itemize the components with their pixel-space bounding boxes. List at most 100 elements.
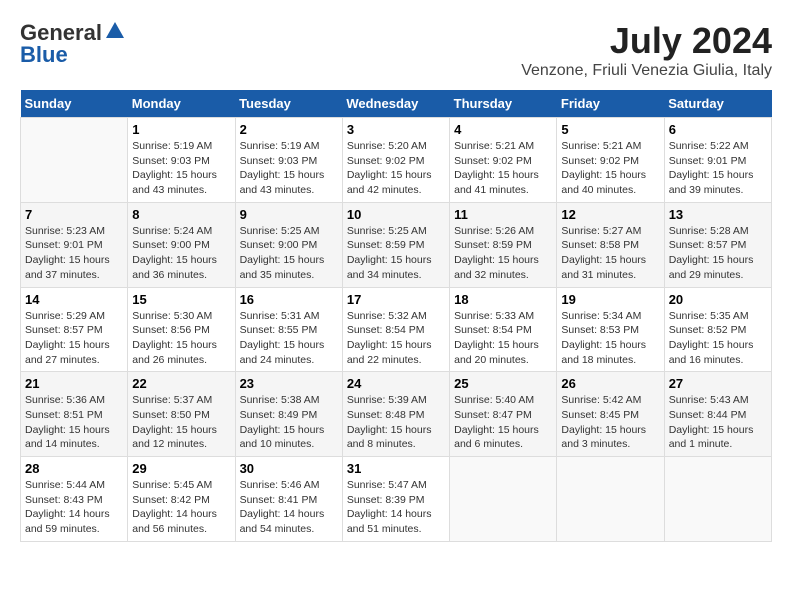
location-title: Venzone, Friuli Venezia Giulia, Italy xyxy=(521,62,772,80)
day-detail: Sunrise: 5:33 AMSunset: 8:54 PMDaylight:… xyxy=(454,309,552,368)
title-area: July 2024 Venzone, Friuli Venezia Giulia… xyxy=(521,20,772,80)
day-number: 5 xyxy=(561,122,659,137)
logo: General Blue xyxy=(20,20,126,68)
day-detail: Sunrise: 5:42 AMSunset: 8:45 PMDaylight:… xyxy=(561,393,659,452)
day-detail: Sunrise: 5:32 AMSunset: 8:54 PMDaylight:… xyxy=(347,309,445,368)
day-number: 25 xyxy=(454,376,552,391)
day-detail: Sunrise: 5:25 AMSunset: 9:00 PMDaylight:… xyxy=(240,224,338,283)
day-number: 31 xyxy=(347,461,445,476)
calendar-cell: 16Sunrise: 5:31 AMSunset: 8:55 PMDayligh… xyxy=(235,287,342,372)
day-number: 27 xyxy=(669,376,767,391)
calendar-table: SundayMondayTuesdayWednesdayThursdayFrid… xyxy=(20,90,772,542)
calendar-cell: 21 Sunrise: 5:36 AMSunset: 8:51 PMDayligh… xyxy=(21,372,128,457)
calendar-week-row: 21 Sunrise: 5:36 AMSunset: 8:51 PMDayligh… xyxy=(21,372,772,457)
day-detail: Sunrise: 5:40 AMSunset: 8:47 PMDaylight:… xyxy=(454,393,552,452)
day-number: 7 xyxy=(25,207,123,222)
calendar-cell: 17 Sunrise: 5:32 AMSunset: 8:54 PMDayligh… xyxy=(342,287,449,372)
day-number: 19 xyxy=(561,292,659,307)
day-detail: Sunrise: 5:22 AMSunset: 9:01 PMDaylight:… xyxy=(669,139,767,198)
calendar-cell: 27 Sunrise: 5:43 AMSunset: 8:44 PMDayligh… xyxy=(664,372,771,457)
weekday-header-sunday: Sunday xyxy=(21,90,128,118)
calendar-cell: 15Sunrise: 5:30 AMSunset: 8:56 PMDayligh… xyxy=(128,287,235,372)
calendar-cell: 5 Sunrise: 5:21 AMSunset: 9:02 PMDaylight… xyxy=(557,118,664,203)
day-number: 9 xyxy=(240,207,338,222)
day-detail: Sunrise: 5:35 AMSunset: 8:52 PMDaylight:… xyxy=(669,309,767,368)
day-detail: Sunrise: 5:28 AMSunset: 8:57 PMDaylight:… xyxy=(669,224,767,283)
calendar-cell xyxy=(21,118,128,203)
day-detail: Sunrise: 5:19 AMSunset: 9:03 PMDaylight:… xyxy=(132,139,230,198)
day-number: 16 xyxy=(240,292,338,307)
day-number: 23 xyxy=(240,376,338,391)
day-detail: Sunrise: 5:47 AMSunset: 8:39 PMDaylight:… xyxy=(347,478,445,537)
day-number: 4 xyxy=(454,122,552,137)
day-detail: Sunrise: 5:21 AMSunset: 9:02 PMDaylight:… xyxy=(454,139,552,198)
calendar-cell: 4 Sunrise: 5:21 AMSunset: 9:02 PMDaylight… xyxy=(450,118,557,203)
calendar-cell: 11Sunrise: 5:26 AMSunset: 8:59 PMDayligh… xyxy=(450,202,557,287)
weekday-header-wednesday: Wednesday xyxy=(342,90,449,118)
calendar-cell: 28Sunrise: 5:44 AMSunset: 8:43 PMDayligh… xyxy=(21,457,128,542)
day-number: 12 xyxy=(561,207,659,222)
page-header: General Blue July 2024 Venzone, Friuli V… xyxy=(20,20,772,80)
day-detail: Sunrise: 5:38 AMSunset: 8:49 PMDaylight:… xyxy=(240,393,338,452)
calendar-cell: 13 Sunrise: 5:28 AMSunset: 8:57 PMDayligh… xyxy=(664,202,771,287)
day-number: 13 xyxy=(669,207,767,222)
day-detail: Sunrise: 5:45 AMSunset: 8:42 PMDaylight:… xyxy=(132,478,230,537)
calendar-cell: 10 Sunrise: 5:25 AMSunset: 8:59 PMDayligh… xyxy=(342,202,449,287)
day-number: 10 xyxy=(347,207,445,222)
day-detail: Sunrise: 5:26 AMSunset: 8:59 PMDaylight:… xyxy=(454,224,552,283)
day-detail: Sunrise: 5:21 AMSunset: 9:02 PMDaylight:… xyxy=(561,139,659,198)
day-detail: Sunrise: 5:36 AMSunset: 8:51 PMDaylight:… xyxy=(25,393,123,452)
day-detail: Sunrise: 5:37 AMSunset: 8:50 PMDaylight:… xyxy=(132,393,230,452)
calendar-cell: 18 Sunrise: 5:33 AMSunset: 8:54 PMDayligh… xyxy=(450,287,557,372)
day-detail: Sunrise: 5:25 AMSunset: 8:59 PMDaylight:… xyxy=(347,224,445,283)
weekday-header-tuesday: Tuesday xyxy=(235,90,342,118)
calendar-cell xyxy=(450,457,557,542)
day-number: 21 xyxy=(25,376,123,391)
day-detail: Sunrise: 5:23 AMSunset: 9:01 PMDaylight:… xyxy=(25,224,123,283)
day-number: 17 xyxy=(347,292,445,307)
calendar-week-row: 14Sunrise: 5:29 AMSunset: 8:57 PMDayligh… xyxy=(21,287,772,372)
day-detail: Sunrise: 5:20 AMSunset: 9:02 PMDaylight:… xyxy=(347,139,445,198)
calendar-cell: 6Sunrise: 5:22 AMSunset: 9:01 PMDaylight… xyxy=(664,118,771,203)
month-title: July 2024 xyxy=(521,20,772,62)
weekday-header-monday: Monday xyxy=(128,90,235,118)
day-number: 15 xyxy=(132,292,230,307)
day-number: 24 xyxy=(347,376,445,391)
day-number: 22 xyxy=(132,376,230,391)
calendar-cell: 24Sunrise: 5:39 AMSunset: 8:48 PMDayligh… xyxy=(342,372,449,457)
day-number: 18 xyxy=(454,292,552,307)
day-number: 8 xyxy=(132,207,230,222)
logo-blue-text: Blue xyxy=(20,42,68,68)
day-number: 1 xyxy=(132,122,230,137)
calendar-cell: 22 Sunrise: 5:37 AMSunset: 8:50 PMDayligh… xyxy=(128,372,235,457)
calendar-cell: 1 Sunrise: 5:19 AMSunset: 9:03 PMDaylight… xyxy=(128,118,235,203)
calendar-cell: 19 Sunrise: 5:34 AMSunset: 8:53 PMDayligh… xyxy=(557,287,664,372)
calendar-cell: 9 Sunrise: 5:25 AMSunset: 9:00 PMDaylight… xyxy=(235,202,342,287)
day-detail: Sunrise: 5:27 AMSunset: 8:58 PMDaylight:… xyxy=(561,224,659,283)
day-detail: Sunrise: 5:34 AMSunset: 8:53 PMDaylight:… xyxy=(561,309,659,368)
day-detail: Sunrise: 5:19 AMSunset: 9:03 PMDaylight:… xyxy=(240,139,338,198)
calendar-cell: 30Sunrise: 5:46 AMSunset: 8:41 PMDayligh… xyxy=(235,457,342,542)
day-number: 29 xyxy=(132,461,230,476)
calendar-cell: 31 Sunrise: 5:47 AMSunset: 8:39 PMDayligh… xyxy=(342,457,449,542)
calendar-week-row: 28Sunrise: 5:44 AMSunset: 8:43 PMDayligh… xyxy=(21,457,772,542)
calendar-cell xyxy=(557,457,664,542)
day-detail: Sunrise: 5:24 AMSunset: 9:00 PMDaylight:… xyxy=(132,224,230,283)
day-detail: Sunrise: 5:29 AMSunset: 8:57 PMDaylight:… xyxy=(25,309,123,368)
calendar-cell: 23 Sunrise: 5:38 AMSunset: 8:49 PMDayligh… xyxy=(235,372,342,457)
calendar-cell: 20Sunrise: 5:35 AMSunset: 8:52 PMDayligh… xyxy=(664,287,771,372)
calendar-cell: 7 Sunrise: 5:23 AMSunset: 9:01 PMDaylight… xyxy=(21,202,128,287)
weekday-header-saturday: Saturday xyxy=(664,90,771,118)
day-detail: Sunrise: 5:43 AMSunset: 8:44 PMDaylight:… xyxy=(669,393,767,452)
calendar-cell: 3 Sunrise: 5:20 AMSunset: 9:02 PMDaylight… xyxy=(342,118,449,203)
calendar-cell: 29 Sunrise: 5:45 AMSunset: 8:42 PMDayligh… xyxy=(128,457,235,542)
calendar-week-row: 1 Sunrise: 5:19 AMSunset: 9:03 PMDaylight… xyxy=(21,118,772,203)
calendar-cell: 8 Sunrise: 5:24 AMSunset: 9:00 PMDaylight… xyxy=(128,202,235,287)
day-number: 3 xyxy=(347,122,445,137)
calendar-week-row: 7 Sunrise: 5:23 AMSunset: 9:01 PMDaylight… xyxy=(21,202,772,287)
calendar-cell: 26Sunrise: 5:42 AMSunset: 8:45 PMDayligh… xyxy=(557,372,664,457)
calendar-cell: 2 Sunrise: 5:19 AMSunset: 9:03 PMDaylight… xyxy=(235,118,342,203)
day-detail: Sunrise: 5:44 AMSunset: 8:43 PMDaylight:… xyxy=(25,478,123,537)
calendar-cell: 14Sunrise: 5:29 AMSunset: 8:57 PMDayligh… xyxy=(21,287,128,372)
day-number: 2 xyxy=(240,122,338,137)
